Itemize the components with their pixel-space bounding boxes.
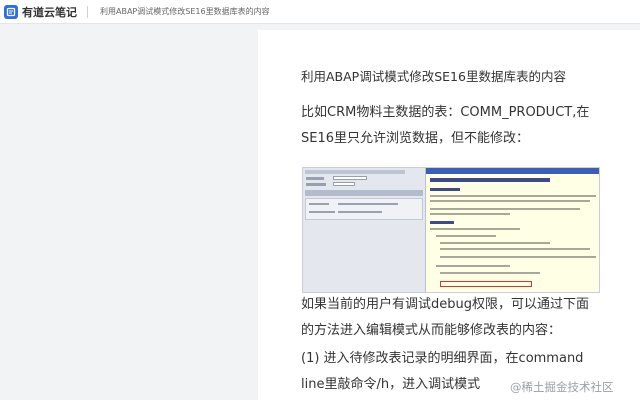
screenshot-left-panel	[303, 168, 426, 292]
document-tab-title[interactable]: 利用ABAP调试模式修改SE16里数据库表的内容	[100, 6, 270, 17]
note-paragraph: 如果当前的用户有调试debug权限，可以通过下面的方法进入编辑模式从而能够修改表…	[301, 297, 589, 338]
screenshot-help-panel	[426, 168, 599, 292]
highlight-box	[440, 281, 532, 287]
note-title: 利用ABAP调试模式修改SE16里数据库表的内容	[301, 69, 566, 84]
watermark: @稀土掘金技术社区	[510, 380, 614, 394]
top-divider	[87, 5, 88, 18]
sap-screenshot-image	[302, 167, 600, 293]
top-bar: 有道云笔记 利用ABAP调试模式修改SE16里数据库表的内容	[0, 0, 640, 24]
note-paragraph: 比如CRM物料主数据的表：COMM_PRODUCT,在SE16里只允许浏览数据，…	[301, 105, 590, 146]
app-logo[interactable]: 有道云笔记	[4, 0, 77, 24]
note-page: 利用ABAP调试模式修改SE16里数据库表的内容 比如CRM物料主数据的表：CO…	[258, 30, 640, 400]
app-name: 有道云笔记	[22, 5, 77, 19]
youdao-note-logo-icon	[4, 4, 18, 19]
